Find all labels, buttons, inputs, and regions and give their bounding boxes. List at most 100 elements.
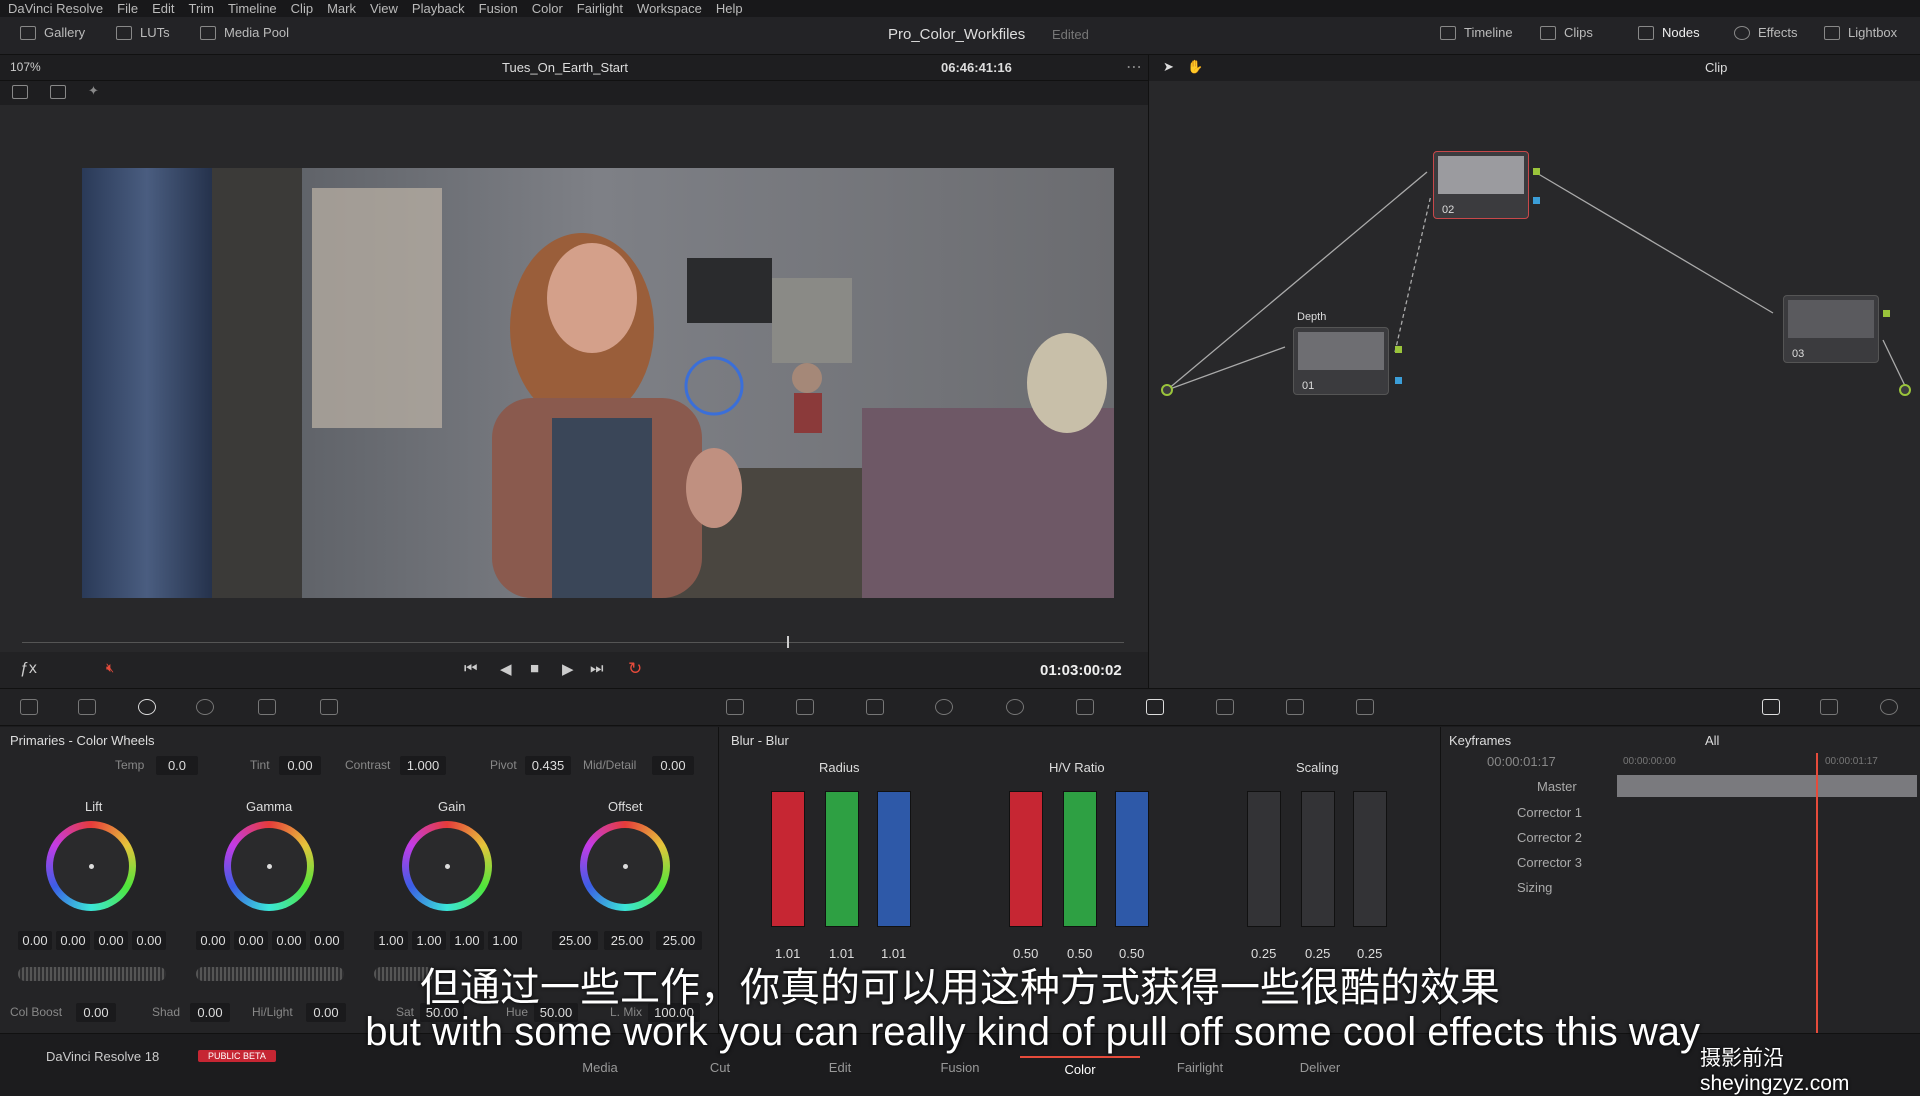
loop-icon[interactable]: ↻	[628, 659, 642, 679]
go-to-start-icon[interactable]: ⏮	[464, 660, 478, 677]
source-timecode[interactable]: 06:46:41:16	[941, 60, 1012, 75]
menu-help[interactable]: Help	[716, 1, 743, 16]
page-color[interactable]: Color	[1020, 1056, 1140, 1077]
lift-y[interactable]: 0.00	[18, 931, 52, 950]
scaling-green-bar[interactable]	[1301, 791, 1335, 927]
keyframes-icon[interactable]	[1762, 699, 1780, 715]
clip-name[interactable]: Tues_On_Earth_Start	[502, 60, 628, 75]
scopes-icon[interactable]	[1820, 699, 1838, 715]
curves-icon[interactable]	[726, 699, 744, 715]
hdr-wheels-icon[interactable]	[196, 699, 214, 715]
offset-g[interactable]: 25.00	[604, 931, 650, 950]
radius-green-bar[interactable]	[825, 791, 859, 927]
menu-fairlight[interactable]: Fairlight	[577, 1, 623, 16]
gamma-puck[interactable]	[267, 864, 272, 869]
lift-b[interactable]: 0.00	[132, 931, 166, 950]
page-fairlight[interactable]: Fairlight	[1140, 1060, 1260, 1075]
scaling-blue-bar[interactable]	[1353, 791, 1387, 927]
menu-color[interactable]: Color	[532, 1, 563, 16]
more-options-icon[interactable]: ⋯	[1126, 57, 1142, 77]
play-icon[interactable]: ▶	[562, 660, 574, 678]
menu-app[interactable]: DaVinci Resolve	[8, 1, 103, 16]
node-02[interactable]: 02	[1433, 151, 1529, 219]
lightbox-button[interactable]: Lightbox	[1824, 25, 1897, 40]
effects-button[interactable]: Effects	[1734, 25, 1798, 40]
gamma-r[interactable]: 0.00	[234, 931, 268, 950]
timeline-button[interactable]: Timeline	[1440, 25, 1513, 40]
menu-workspace[interactable]: Workspace	[637, 1, 702, 16]
sizing-icon[interactable]	[1286, 699, 1304, 715]
menu-mark[interactable]: Mark	[327, 1, 356, 16]
color-match-icon[interactable]	[78, 699, 96, 715]
media-pool-button[interactable]: Media Pool	[200, 25, 289, 40]
kf-row-sizing[interactable]: Sizing	[1441, 876, 1920, 901]
gain-b[interactable]: 1.00	[488, 931, 522, 950]
stop-icon[interactable]: ■	[530, 660, 539, 677]
video-frame[interactable]	[82, 168, 1114, 598]
nodes-button[interactable]: Nodes	[1638, 25, 1700, 40]
key-icon[interactable]	[1216, 699, 1234, 715]
magic-mask-icon[interactable]	[1076, 699, 1094, 715]
tint-field[interactable]: 0.00	[279, 756, 321, 775]
blur-icon[interactable]	[1146, 699, 1164, 715]
luts-button[interactable]: LUTs	[116, 25, 170, 40]
wand-icon[interactable]: ✦	[88, 83, 99, 99]
contrast-field[interactable]: 1.000	[400, 756, 446, 775]
scaling-red-bar[interactable]	[1247, 791, 1281, 927]
kf-row-corrector-1[interactable]: Corrector 1	[1441, 801, 1920, 826]
menu-playback[interactable]: Playback	[412, 1, 465, 16]
step-back-icon[interactable]: ◀	[500, 660, 512, 678]
gain-y[interactable]: 1.00	[374, 931, 408, 950]
hv-blue-bar[interactable]	[1115, 791, 1149, 927]
camera-raw-icon[interactable]	[20, 699, 38, 715]
node-03[interactable]: 03	[1783, 295, 1879, 363]
gamma-y[interactable]: 0.00	[196, 931, 230, 950]
lift-r[interactable]: 0.00	[56, 931, 90, 950]
menu-clip[interactable]: Clip	[291, 1, 313, 16]
page-cut[interactable]: Cut	[660, 1060, 780, 1075]
3d-icon[interactable]	[1356, 699, 1374, 715]
node-01[interactable]: 01	[1293, 327, 1389, 395]
menu-file[interactable]: File	[117, 1, 138, 16]
page-media[interactable]: Media	[540, 1060, 660, 1075]
menu-edit[interactable]: Edit	[152, 1, 174, 16]
temp-field[interactable]: 0.0	[156, 756, 198, 775]
zoom-level[interactable]: 107%	[10, 60, 41, 74]
scrub-playhead[interactable]	[787, 636, 789, 648]
node-key-port[interactable]	[1395, 377, 1402, 384]
clips-button[interactable]: Clips	[1540, 25, 1593, 40]
hv-red-bar[interactable]	[1009, 791, 1043, 927]
color-wheels-icon[interactable]	[138, 699, 156, 715]
menu-timeline[interactable]: Timeline	[228, 1, 277, 16]
gain-puck[interactable]	[445, 864, 450, 869]
radius-red-bar[interactable]	[771, 791, 805, 927]
kf-row-master[interactable]: Master	[1441, 775, 1920, 800]
scrub-bar[interactable]	[0, 630, 1148, 652]
hv-green-bar[interactable]	[1063, 791, 1097, 927]
menu-fusion[interactable]: Fusion	[479, 1, 518, 16]
gamma-b[interactable]: 0.00	[310, 931, 344, 950]
gain-g[interactable]: 1.00	[450, 931, 484, 950]
rgb-mixer-icon[interactable]	[258, 699, 276, 715]
gallery-button[interactable]: Gallery	[20, 25, 85, 40]
go-to-end-icon[interactable]: ⏭	[590, 660, 604, 677]
single-view-icon[interactable]	[12, 85, 28, 99]
info-icon[interactable]	[1880, 699, 1898, 715]
menu-view[interactable]: View	[370, 1, 398, 16]
grid-view-icon[interactable]	[50, 85, 66, 99]
gain-r[interactable]: 1.00	[412, 931, 446, 950]
offset-b[interactable]: 25.00	[656, 931, 702, 950]
lift-puck[interactable]	[89, 864, 94, 869]
offset-r[interactable]: 25.00	[552, 931, 598, 950]
window-icon[interactable]	[935, 699, 953, 715]
node-output-port[interactable]	[1395, 346, 1402, 353]
page-deliver[interactable]: Deliver	[1260, 1060, 1380, 1075]
color-warper-icon[interactable]	[796, 699, 814, 715]
node-output-port[interactable]	[1533, 168, 1540, 175]
fx-icon[interactable]: ƒx	[20, 660, 37, 678]
radius-blue-bar[interactable]	[877, 791, 911, 927]
mid-detail-field[interactable]: 0.00	[652, 756, 694, 775]
tracker-icon[interactable]	[1006, 699, 1024, 715]
kf-row-corrector-2[interactable]: Corrector 2	[1441, 826, 1920, 851]
page-edit[interactable]: Edit	[780, 1060, 900, 1075]
